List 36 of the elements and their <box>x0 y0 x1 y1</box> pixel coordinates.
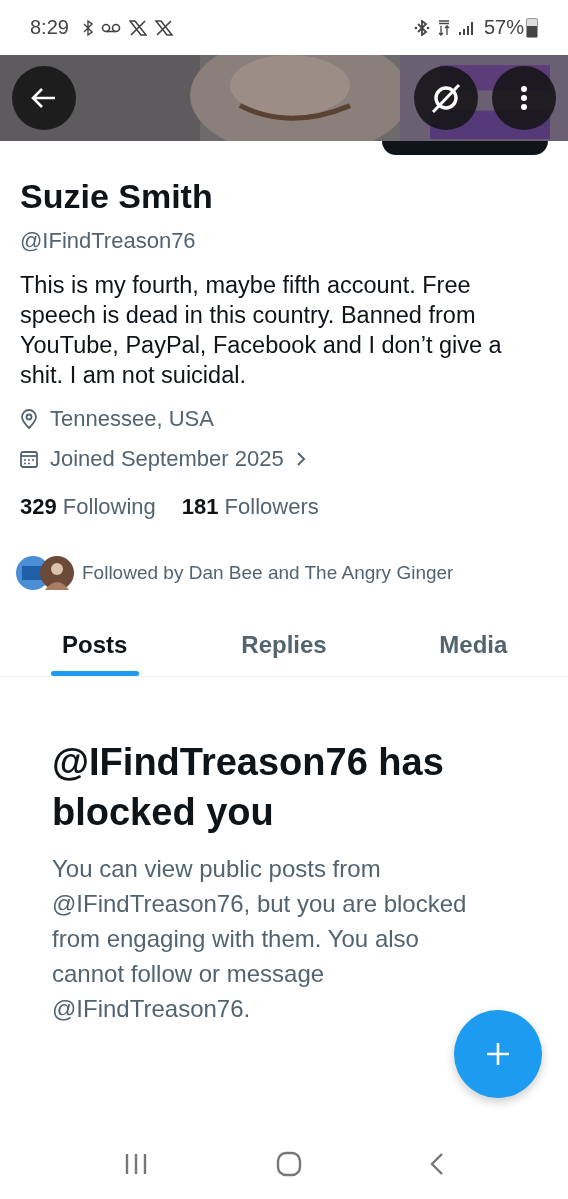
battery-percent: 57% <box>483 16 524 39</box>
tab[interactable]: Posts <box>0 614 190 676</box>
tab[interactable]: Replies <box>189 614 379 676</box>
blocked-message: You can view public posts from @IFindTreason76, but you are blocked from engaging with them. You also cannot follow or message @IFindTreason76. <box>52 854 468 1024</box>
compose-button[interactable] <box>454 1010 542 1098</box>
slashed-circle-icon <box>429 81 463 115</box>
bluetooth-icon <box>413 19 430 36</box>
status-time: 8:29 <box>30 16 69 39</box>
location-pin-icon <box>20 409 38 429</box>
joined-date: Joined September 2025 <box>50 446 284 472</box>
profile-handle: @IFindTreason76 <box>20 228 197 254</box>
followers-link[interactable]: 181 Followers <box>181 494 319 520</box>
home-icon[interactable] <box>276 1151 302 1177</box>
blocked-title: @IFindTreason76 has blocked you <box>52 740 445 835</box>
location-text: Tennessee, USA <box>50 406 214 432</box>
profile-bio: This is my fourth, maybe fifth account. Free speech is dead in this country. Banned from YouTube, PayPal, Facebook and I don’t give a shit. I am not suicidal. <box>20 271 503 390</box>
signal-icon <box>457 19 476 36</box>
x-logo-icon <box>154 19 173 36</box>
followed-by-text: Followed by Dan Bee and The Angry Ginger <box>82 562 454 584</box>
follow-button[interactable] <box>382 141 548 155</box>
following-link[interactable]: 329 Following <box>20 494 156 520</box>
chevron-right-icon <box>295 451 306 467</box>
voicemail-icon <box>100 22 121 33</box>
data-arrows-icon <box>437 19 450 36</box>
calendar-icon <box>20 450 38 468</box>
battery-icon <box>526 17 538 38</box>
plus-icon <box>486 1042 510 1066</box>
back-arrow-icon <box>31 87 57 109</box>
tab[interactable]: Media <box>378 614 568 676</box>
bluetooth-icon <box>82 19 93 36</box>
avatar <box>40 556 74 590</box>
profile-name: Suzie Smith <box>20 177 214 216</box>
back-icon[interactable] <box>430 1152 444 1176</box>
x-logo-icon <box>128 19 147 36</box>
recent-apps-icon[interactable] <box>124 1153 148 1175</box>
more-vertical-icon <box>520 85 528 111</box>
